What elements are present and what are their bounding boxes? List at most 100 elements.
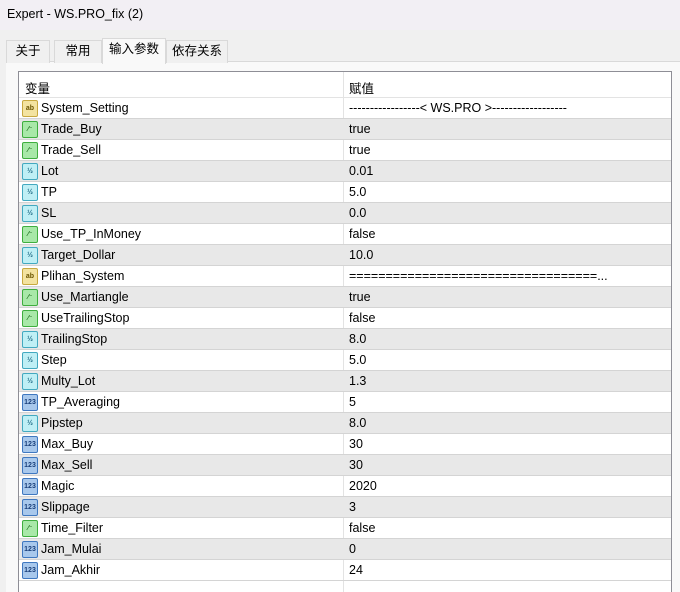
double-type-icon: ½ xyxy=(22,205,38,222)
param-name: TP_Averaging xyxy=(41,395,120,409)
int-type-icon: 123 xyxy=(22,541,38,558)
double-type-icon: ½ xyxy=(22,331,38,348)
param-name: System_Setting xyxy=(41,101,129,115)
param-name: Jam_Mulai xyxy=(41,542,102,556)
param-value[interactable]: 5.0 xyxy=(349,185,667,199)
param-name: Lot xyxy=(41,164,59,178)
header-value[interactable]: 赋值 xyxy=(349,78,374,97)
table-row[interactable]: ½ Multy_Lot 1.3 xyxy=(19,371,671,392)
int-type-icon: 123 xyxy=(22,457,38,474)
parameters-table: 变量 赋值 ab System_Setting ----------------… xyxy=(18,71,672,592)
param-value[interactable]: 0 xyxy=(349,542,667,556)
table-row[interactable]: ½ Pipstep 8.0 xyxy=(19,413,671,434)
double-type-icon: ½ xyxy=(22,247,38,264)
table-row[interactable]: ab Plihan_System =======================… xyxy=(19,266,671,287)
table-row[interactable]: ⁄⁻ Use_TP_InMoney false xyxy=(19,224,671,245)
string-type-icon: ab xyxy=(22,268,38,285)
param-value[interactable]: true xyxy=(349,143,667,157)
string-type-icon: ab xyxy=(22,100,38,117)
tab-about[interactable]: 关于 xyxy=(6,40,50,63)
param-name: Multy_Lot xyxy=(41,374,96,388)
param-name: TrailingStop xyxy=(41,332,108,346)
table-row[interactable]: ½ Lot 0.01 xyxy=(19,161,671,182)
param-value[interactable]: 24 xyxy=(349,563,667,577)
param-name: UseTrailingStop xyxy=(41,311,130,325)
table-row[interactable]: 123 Jam_Akhir 24 xyxy=(19,560,671,581)
double-type-icon: ½ xyxy=(22,184,38,201)
param-value[interactable]: false xyxy=(349,311,667,325)
table-row[interactable]: ab System_Setting -----------------< WS.… xyxy=(19,98,671,119)
param-name: Jam_Akhir xyxy=(41,563,101,577)
param-name: Use_Martiangle xyxy=(41,290,129,304)
param-name: Target_Dollar xyxy=(41,248,116,262)
title-bar: Expert - WS.PRO_fix (2) xyxy=(0,0,680,30)
param-name: Step xyxy=(41,353,67,367)
table-row[interactable]: ⁄⁻ Trade_Sell true xyxy=(19,140,671,161)
bool-type-icon: ⁄⁻ xyxy=(22,520,38,537)
tab-dependencies[interactable]: 依存关系 xyxy=(166,40,228,63)
double-type-icon: ½ xyxy=(22,163,38,180)
param-value[interactable]: 0.0 xyxy=(349,206,667,220)
param-name: SL xyxy=(41,206,57,220)
param-name: TP xyxy=(41,185,57,199)
bool-type-icon: ⁄⁻ xyxy=(22,289,38,306)
table-row[interactable]: ½ Step 5.0 xyxy=(19,350,671,371)
table-row[interactable]: 123 Jam_Mulai 0 xyxy=(19,539,671,560)
param-name: Time_Filter xyxy=(41,521,104,535)
double-type-icon: ½ xyxy=(22,415,38,432)
param-value[interactable]: 2020 xyxy=(349,479,667,493)
param-name: Trade_Buy xyxy=(41,122,102,136)
table-row[interactable]: 123 Max_Buy 30 xyxy=(19,434,671,455)
header-variable[interactable]: 变量 xyxy=(25,78,50,97)
tab-common[interactable]: 常用 xyxy=(54,40,102,63)
double-type-icon: ½ xyxy=(22,352,38,369)
window-title: Expert - WS.PRO_fix (2) xyxy=(7,7,144,21)
int-type-icon: 123 xyxy=(22,436,38,453)
table-row[interactable]: 123 Magic 2020 xyxy=(19,476,671,497)
param-value[interactable]: 30 xyxy=(349,437,667,451)
double-type-icon: ½ xyxy=(22,373,38,390)
param-value[interactable]: 8.0 xyxy=(349,416,667,430)
table-row[interactable]: ⁄⁻ Trade_Buy true xyxy=(19,119,671,140)
param-value[interactable]: 5 xyxy=(349,395,667,409)
param-name: Max_Buy xyxy=(41,437,94,451)
param-value[interactable]: 1.3 xyxy=(349,374,667,388)
table-row[interactable]: ⁄⁻ Time_Filter false xyxy=(19,518,671,539)
table-row[interactable]: 123 Max_Sell 30 xyxy=(19,455,671,476)
bool-type-icon: ⁄⁻ xyxy=(22,121,38,138)
int-type-icon: 123 xyxy=(22,499,38,516)
param-name: Pipstep xyxy=(41,416,83,430)
bool-type-icon: ⁄⁻ xyxy=(22,310,38,327)
param-value[interactable]: 10.0 xyxy=(349,248,667,262)
table-row[interactable]: ⁄⁻ UseTrailingStop false xyxy=(19,308,671,329)
table-row[interactable]: ½ TP 5.0 xyxy=(19,182,671,203)
table-row[interactable]: ½ SL 0.0 xyxy=(19,203,671,224)
param-name: Use_TP_InMoney xyxy=(41,227,142,241)
param-value[interactable]: 5.0 xyxy=(349,353,667,367)
param-name: Plihan_System xyxy=(41,269,125,283)
table-row[interactable]: ½ Target_Dollar 10.0 xyxy=(19,245,671,266)
table-row[interactable]: 123 TP_Averaging 5 xyxy=(19,392,671,413)
param-name: Max_Sell xyxy=(41,458,93,472)
param-value[interactable]: false xyxy=(349,227,667,241)
param-value[interactable]: ==================================... xyxy=(349,269,667,283)
table-row[interactable]: 123 Slippage 3 xyxy=(19,497,671,518)
tab-inputs[interactable]: 输入参数 xyxy=(102,38,166,64)
bool-type-icon: ⁄⁻ xyxy=(22,226,38,243)
table-row[interactable]: ½ TrailingStop 8.0 xyxy=(19,329,671,350)
table-row[interactable]: ⁄⁻ Use_Martiangle true xyxy=(19,287,671,308)
param-value[interactable]: 0.01 xyxy=(349,164,667,178)
param-value[interactable]: false xyxy=(349,521,667,535)
table-header: 变量 赋值 xyxy=(19,72,671,98)
param-name: Magic xyxy=(41,479,75,493)
param-value[interactable]: 30 xyxy=(349,458,667,472)
param-value[interactable]: true xyxy=(349,122,667,136)
param-value[interactable]: -----------------< WS.PRO >-------------… xyxy=(349,101,667,115)
param-value[interactable]: 8.0 xyxy=(349,332,667,346)
int-type-icon: 123 xyxy=(22,562,38,579)
param-value[interactable]: 3 xyxy=(349,500,667,514)
bool-type-icon: ⁄⁻ xyxy=(22,142,38,159)
param-value[interactable]: true xyxy=(349,290,667,304)
param-name: Slippage xyxy=(41,500,90,514)
int-type-icon: 123 xyxy=(22,478,38,495)
